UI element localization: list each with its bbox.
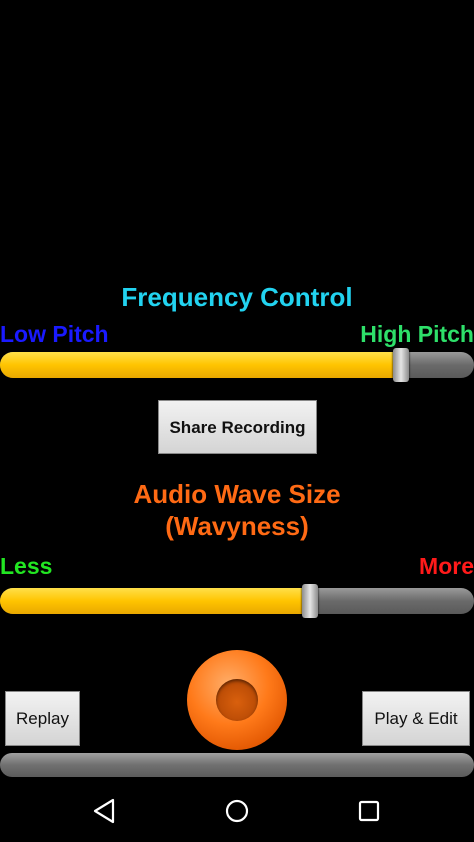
frequency-control-title: Frequency Control (121, 282, 353, 312)
share-recording-button[interactable]: Share Recording (158, 400, 317, 454)
wave-size-slider-thumb[interactable] (302, 584, 318, 618)
app-screen: Frequency Control Low Pitch High Pitch S… (0, 0, 474, 842)
system-navigation-bar (0, 780, 474, 842)
audio-wave-size-title-line2: (Wavyness) (165, 511, 309, 541)
record-button[interactable] (187, 650, 287, 750)
frequency-slider-thumb[interactable] (393, 348, 409, 382)
frequency-slider-fill (0, 352, 401, 378)
back-icon[interactable] (91, 796, 121, 826)
recent-apps-icon[interactable] (354, 796, 384, 826)
more-label: More (419, 553, 474, 579)
replay-button[interactable]: Replay (5, 691, 80, 746)
low-pitch-label: Low Pitch (0, 321, 109, 347)
high-pitch-label: High Pitch (360, 321, 474, 347)
frequency-slider[interactable] (0, 348, 474, 382)
record-button-center (216, 679, 258, 721)
audio-wave-size-title: Audio Wave Size (Wavyness) (0, 478, 474, 542)
home-icon[interactable] (222, 796, 252, 826)
less-label: Less (0, 553, 53, 579)
wave-size-slider-fill (0, 588, 310, 614)
audio-wave-size-title-line1: Audio Wave Size (133, 479, 341, 509)
playback-progress-bar[interactable] (0, 753, 474, 777)
play-edit-button[interactable]: Play & Edit (362, 691, 470, 746)
wave-size-slider[interactable] (0, 584, 474, 618)
